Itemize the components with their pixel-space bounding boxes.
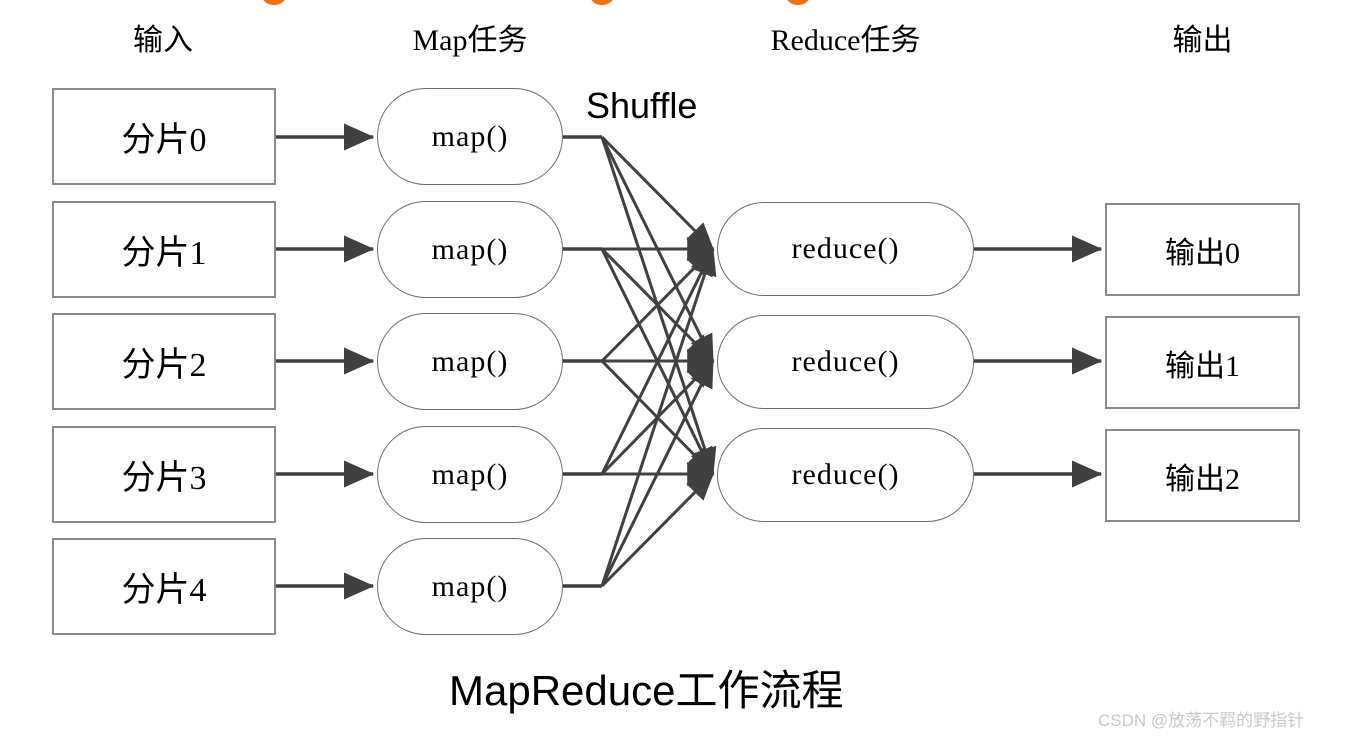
shuffle-edges	[600, 135, 717, 588]
input-to-map-arrows	[276, 123, 375, 600]
diagram-title-latin: MapReduce	[449, 667, 676, 714]
input-shard-box[interactable]: 分片1	[52, 201, 276, 298]
output-box[interactable]: 输出1	[1105, 316, 1300, 409]
column-header-input: 输入	[133, 24, 193, 57]
input-shard-box[interactable]: 分片2	[52, 313, 276, 410]
reduce-to-output-arrows	[974, 235, 1103, 488]
map-task-node[interactable]: map()	[377, 201, 563, 298]
diagram-title-han: 工作流程	[675, 669, 844, 715]
map-task-node[interactable]: map()	[377, 426, 563, 523]
reduce-task-node[interactable]: reduce()	[717, 315, 974, 409]
mapreduce-workflow-diagram: 输入 Map任务 Reduce任务 输出 分片0 分片1 分片2 分片3 分片4…	[0, 0, 1348, 738]
cropped-heading-remnant	[590, 0, 614, 5]
diagram-title: MapReduce工作流程	[449, 667, 844, 715]
column-header-reduce: Reduce任务	[770, 24, 921, 57]
map-task-node[interactable]: map()	[377, 88, 563, 185]
reduce-task-node[interactable]: reduce()	[717, 202, 974, 296]
input-shard-box[interactable]: 分片0	[52, 88, 276, 185]
column-header-map: Map任务	[412, 24, 528, 57]
shuffle-label: Shuffle	[586, 85, 698, 126]
map-task-node[interactable]: map()	[377, 538, 563, 635]
map-output-stubs	[563, 135, 602, 588]
input-shard-box[interactable]: 分片4	[52, 538, 276, 635]
output-box[interactable]: 输出2	[1105, 429, 1300, 522]
map-task-node[interactable]: map()	[377, 313, 563, 410]
reduce-task-node[interactable]: reduce()	[717, 428, 974, 522]
output-box[interactable]: 输出0	[1105, 203, 1300, 296]
column-header-output: 输出	[1172, 24, 1233, 57]
cropped-heading-remnant	[786, 0, 810, 5]
csdn-watermark: CSDN @放荡不羁的野指针	[1098, 711, 1305, 730]
input-shard-box[interactable]: 分片3	[52, 426, 276, 523]
cropped-heading-remnant	[262, 0, 286, 5]
